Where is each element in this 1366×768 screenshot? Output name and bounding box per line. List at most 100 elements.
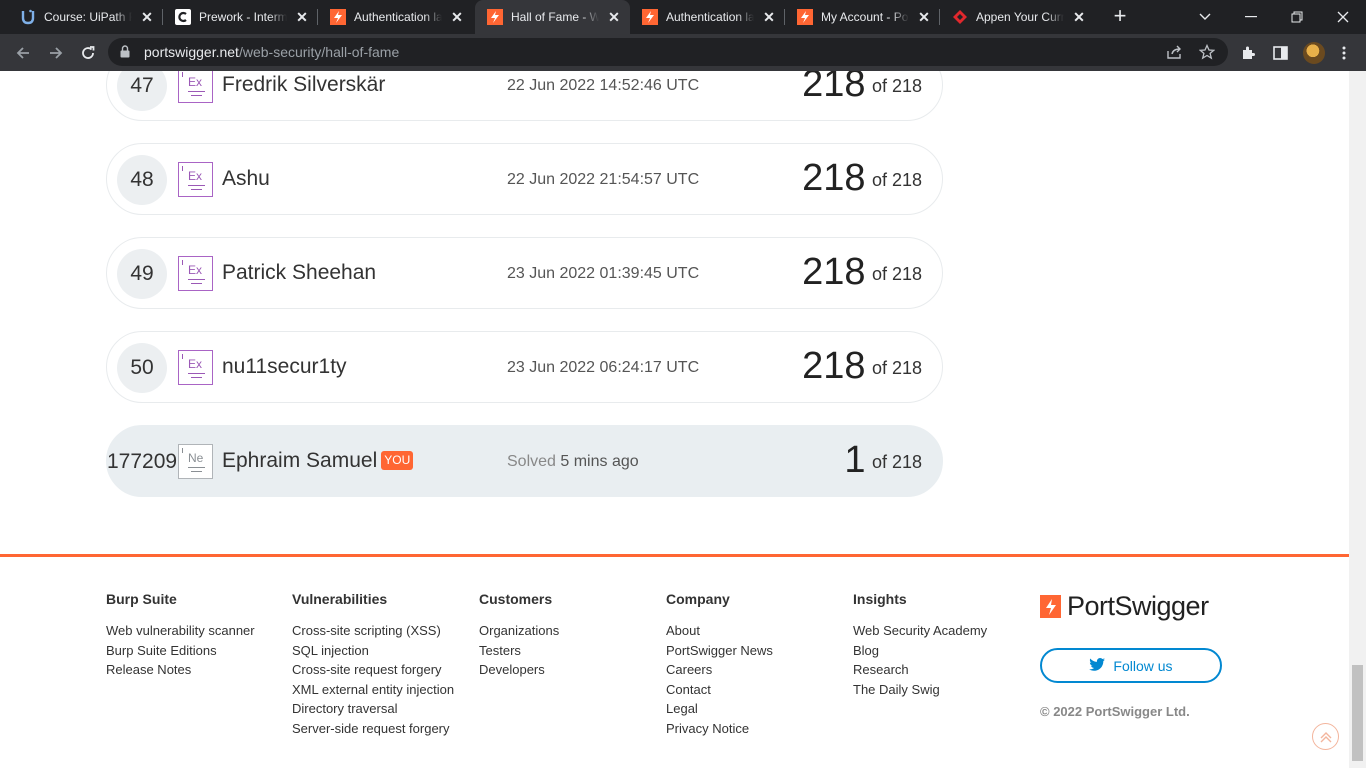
tab-search-button[interactable] [1182,0,1228,34]
restore-button[interactable] [1274,0,1320,34]
footer-heading: Burp Suite [106,591,177,607]
footer-link[interactable]: Research [853,660,987,680]
profile-avatar[interactable] [1303,42,1325,64]
solved-count: 218 [802,157,866,199]
appen-icon [952,9,968,25]
follow-us-button[interactable]: Follow us [1040,648,1222,683]
close-tab-icon[interactable]: ✕ [606,9,622,25]
brand-name: PortSwigger [1067,591,1209,621]
footer-link[interactable]: Burp Suite Editions [106,641,255,661]
user-name: Ashu [222,167,270,190]
uipath-icon [20,9,36,25]
level-badge-icon: Ex [178,71,213,103]
level-badge-icon: Ex [178,162,213,197]
rank-number: 47 [117,71,167,111]
user-name: Fredrik Silverskär [222,73,386,96]
url-host: portswigger.net [144,44,239,60]
tab-uipath[interactable]: Course: UiPath RPA ✕ [8,0,163,34]
tab-my-account[interactable]: My Account - PortSwigger ✕ [785,0,940,34]
minimize-button[interactable] [1228,0,1274,34]
restore-icon [1291,11,1303,23]
footer-link[interactable]: The Daily Swig [853,680,987,700]
coursera-icon [175,9,191,25]
footer-link[interactable]: XML external entity injection [292,680,454,700]
new-tab-button[interactable]: + [1108,5,1132,29]
portswigger-icon [642,9,658,25]
tab-title: Authentication lab [666,10,754,24]
close-tab-icon[interactable]: ✕ [294,9,310,25]
solved-count: 1 [844,439,866,481]
share-icon[interactable] [1166,43,1184,61]
footer-link[interactable]: Blog [853,641,987,661]
footer-link[interactable]: Contact [666,680,773,700]
solved-count: 218 [802,251,866,293]
solved-count: 218 [802,71,866,105]
footer-link[interactable]: About [666,621,773,641]
footer-heading: Company [666,591,730,607]
level-code: Ex [188,357,203,371]
tab-prework[interactable]: Prework - Intermediate ✕ [163,0,318,34]
chevron-down-icon [1199,13,1211,20]
footer-link[interactable]: Server-side request forgery [292,719,454,739]
footer-link[interactable]: Cross-site request forgery [292,660,454,680]
extensions-icon[interactable] [1238,43,1258,63]
arrow-left-icon [16,47,29,59]
footer-column-company: Company About PortSwigger News Careers C… [666,591,773,739]
footer-link[interactable]: Testers [479,641,559,661]
level-badge-icon: Ex [178,256,213,291]
you-badge: YOU [381,451,414,470]
solved-total: of 218 [871,264,922,284]
footer-link[interactable]: Web Security Academy [853,621,987,641]
lock-icon [120,45,130,63]
tab-appen[interactable]: Appen Your Current ✕ [940,0,1095,34]
tab-title: Appen Your Current [976,10,1064,24]
tab-authentication-lab-2[interactable]: Authentication lab ✕ [630,0,785,34]
back-to-top-button[interactable] [1312,723,1339,750]
completion-date: 23 Jun 2022 06:24:17 UTC [507,359,700,376]
forward-button[interactable] [43,40,69,66]
footer-column-vulnerabilities: Vulnerabilities Cross-site scripting (XS… [292,591,454,739]
portswigger-logo[interactable]: PortSwigger [1040,591,1209,622]
footer-link[interactable]: PortSwigger News [666,641,773,661]
tab-title: Prework - Intermediate [199,10,287,24]
back-button[interactable] [10,40,36,66]
solved-score: 218 of 218 [802,345,922,388]
level-badge-icon: Ex [178,350,213,385]
solved-time: Solved 5 mins ago [507,453,639,471]
reload-icon [82,46,95,59]
leaderboard-row: 47 Ex Fredrik Silverskär 22 Jun 2022 14:… [106,71,943,121]
minimize-icon [1245,16,1257,18]
footer-link[interactable]: Legal [666,699,773,719]
footer-link[interactable]: Privacy Notice [666,719,773,739]
close-tab-icon[interactable]: ✕ [1071,9,1087,25]
footer-link[interactable]: Careers [666,660,773,680]
footer-link[interactable]: Cross-site scripting (XSS) [292,621,454,641]
close-icon [1337,11,1349,23]
close-window-button[interactable] [1320,0,1366,34]
close-tab-icon[interactable]: ✕ [916,9,932,25]
tab-authentication-lab-1[interactable]: Authentication lab ✕ [318,0,473,34]
footer-link[interactable]: Directory traversal [292,699,454,719]
reload-button[interactable] [75,40,101,66]
close-tab-icon[interactable]: ✕ [139,9,155,25]
footer-link[interactable]: SQL injection [292,641,454,661]
footer-link[interactable]: Release Notes [106,660,255,680]
address-field[interactable]: portswigger.net/web-security/hall-of-fam… [108,38,1228,66]
footer-divider [0,554,1349,557]
page-scrollbar[interactable] [1349,71,1366,768]
close-tab-icon[interactable]: ✕ [761,9,777,25]
side-panel-icon[interactable] [1270,43,1290,63]
user-name: Ephraim Samuel YOU [222,449,414,473]
tab-hall-of-fame[interactable]: Hall of Fame - Web Security ✕ [475,0,630,34]
bookmark-star-icon[interactable] [1198,43,1216,61]
close-tab-icon[interactable]: ✕ [449,9,465,25]
solved-label: Solved [507,453,556,470]
leaderboard-row-current-user: 177209 Ne Ephraim Samuel YOU Solved 5 min… [106,425,943,497]
level-code: Ex [188,75,203,89]
footer-link[interactable]: Organizations [479,621,559,641]
footer-link[interactable]: Developers [479,660,559,680]
copyright-text: © 2022 PortSwigger Ltd. [1040,704,1190,719]
scrollbar-thumb[interactable] [1352,665,1363,761]
menu-dots-icon[interactable] [1334,43,1354,63]
footer-link[interactable]: Web vulnerability scanner [106,621,255,641]
